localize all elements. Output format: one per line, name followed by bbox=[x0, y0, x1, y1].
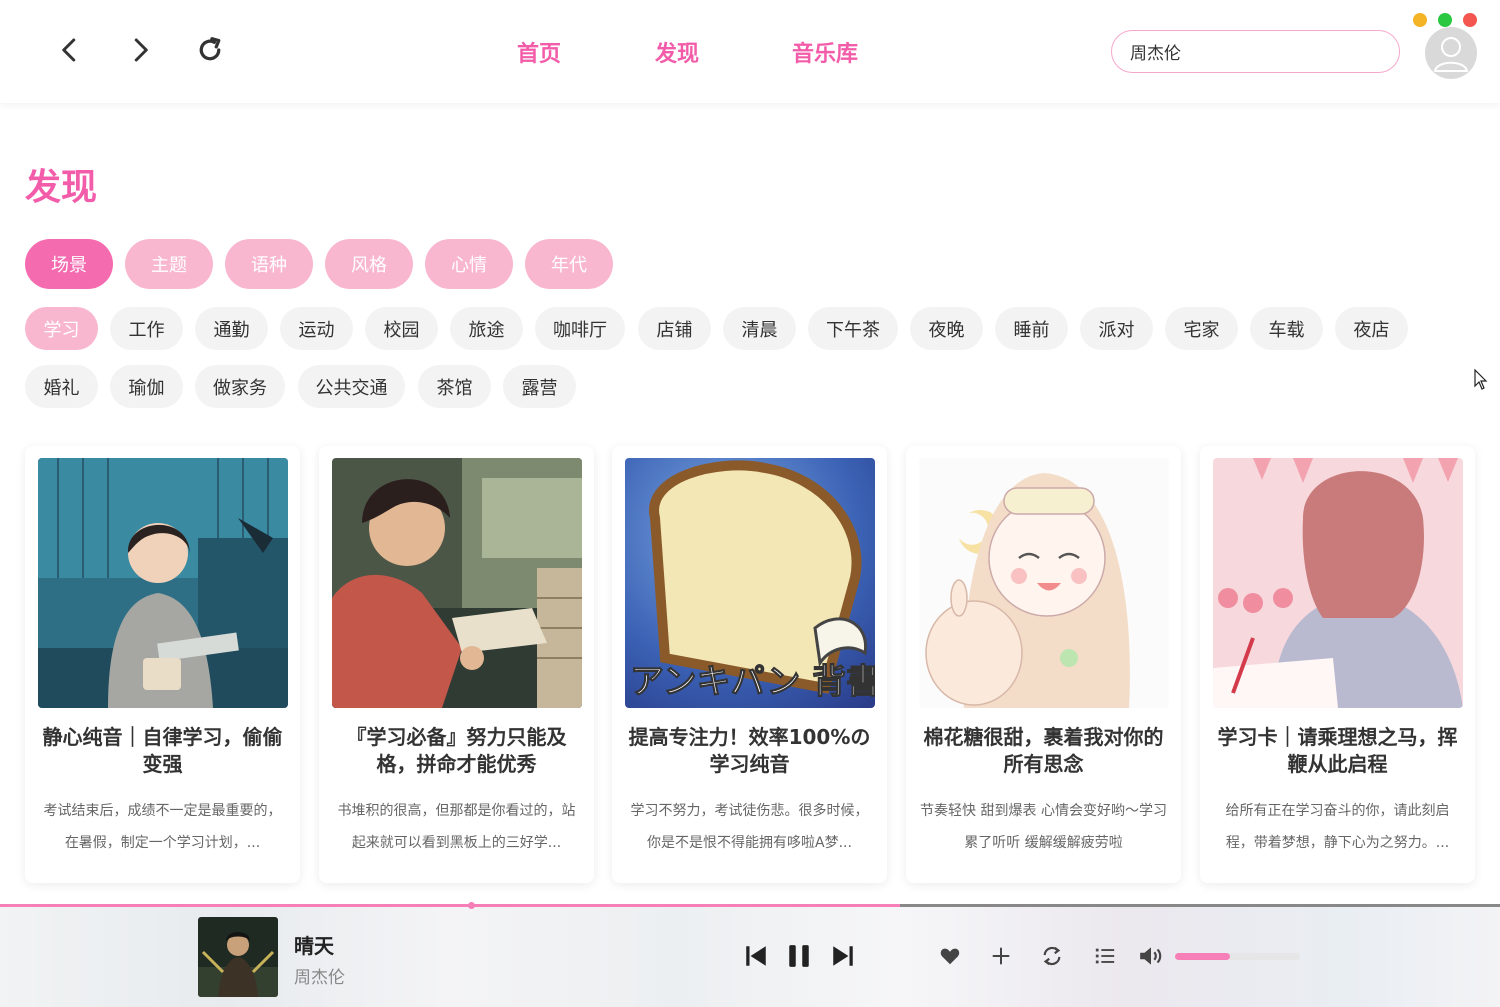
category-language[interactable]: 语种 bbox=[225, 239, 313, 289]
add-to-playlist-button[interactable] bbox=[988, 943, 1014, 969]
page-title: 发现 bbox=[25, 167, 98, 208]
window-controls bbox=[1413, 13, 1477, 27]
tag-cafe[interactable]: 咖啡厅 bbox=[535, 307, 625, 350]
playlist-title: 静心纯音｜自律学习，偷偷变强 bbox=[42, 725, 283, 776]
heart-icon bbox=[940, 948, 960, 965]
volume-icon bbox=[1140, 947, 1162, 965]
tag-morning[interactable]: 清晨 bbox=[723, 307, 796, 350]
next-icon bbox=[833, 946, 853, 966]
playlist-card[interactable]: 静心纯音｜自律学习，偷偷变强 考试结束后，成绩不一定是最重要的，在暑假，制定一个… bbox=[25, 446, 300, 883]
next-button[interactable] bbox=[827, 940, 859, 972]
album-art bbox=[198, 917, 278, 997]
progress-fill bbox=[0, 904, 900, 907]
close-dot[interactable] bbox=[1463, 13, 1477, 27]
tag-night[interactable]: 夜晚 bbox=[910, 307, 983, 350]
tag-study[interactable]: 学习 bbox=[25, 307, 98, 350]
tag-nightclub[interactable]: 夜店 bbox=[1335, 307, 1408, 350]
playlist-desc: 给所有正在学习奋斗的你，请此刻启程，带着梦想，静下心为之努力。... bbox=[1225, 803, 1450, 851]
category-theme[interactable]: 主题 bbox=[125, 239, 213, 289]
tag-campus[interactable]: 校园 bbox=[365, 307, 438, 350]
repeat-icon bbox=[1043, 946, 1061, 966]
playlist-desc: 节奏轻快 甜到爆表 心情会变好哟～学习累了听听 缓解缓解疲劳啦 bbox=[920, 803, 1167, 851]
tag-home[interactable]: 宅家 bbox=[1165, 307, 1238, 350]
prev-button[interactable] bbox=[740, 940, 772, 972]
tag-afternoon-tea[interactable]: 下午茶 bbox=[808, 307, 898, 350]
repeat-button[interactable] bbox=[1039, 943, 1065, 969]
playlist-title: 提高专注力！效率100%の学习纯音 bbox=[628, 725, 871, 776]
volume-button[interactable] bbox=[1136, 941, 1166, 971]
song-cover[interactable] bbox=[198, 917, 278, 997]
playlist-card[interactable]: 棉花糖很甜，裹着我对你的所有思念 节奏轻快 甜到爆表 心情会变好哟～学习累了听听… bbox=[906, 446, 1181, 883]
tab-discover[interactable]: 发现 bbox=[655, 36, 699, 68]
tag-wedding[interactable]: 婚礼 bbox=[25, 365, 98, 408]
top-bar: 首页 发现 音乐库 bbox=[0, 0, 1500, 103]
tab-library[interactable]: 音乐库 bbox=[792, 36, 858, 68]
tag-sports[interactable]: 运动 bbox=[280, 307, 353, 350]
tag-shop[interactable]: 店铺 bbox=[638, 307, 711, 350]
cover-overlay-text: アンキパン 背書吐司 bbox=[630, 662, 875, 702]
category-style[interactable]: 风格 bbox=[325, 239, 413, 289]
playlist-card[interactable]: 『学习必备』努力只能及格，拼命才能优秀 书堆积的很高，但那都是你看过的，站起来就… bbox=[319, 446, 594, 883]
tag-driving[interactable]: 车载 bbox=[1250, 307, 1323, 350]
tag-teahouse[interactable]: 茶馆 bbox=[418, 365, 491, 408]
smiling-girl-cover-art bbox=[919, 458, 1169, 708]
tag-party[interactable]: 派对 bbox=[1080, 307, 1153, 350]
tag-work[interactable]: 工作 bbox=[110, 307, 183, 350]
playlist-cover bbox=[919, 458, 1169, 708]
category-mood[interactable]: 心情 bbox=[425, 239, 513, 289]
memory-bread-cover-art: アンキパン 背書吐司 bbox=[625, 458, 875, 708]
category-scene[interactable]: 场景 bbox=[25, 239, 113, 289]
boy-writing-cover-art bbox=[332, 458, 582, 708]
like-button[interactable] bbox=[937, 943, 963, 969]
category-era[interactable]: 年代 bbox=[525, 239, 613, 289]
playlist-desc: 学习不努力，考试徒伤悲。很多时候，你是不是恨不得能拥有哆啦A梦... bbox=[630, 803, 869, 851]
playlist-desc: 考试结束后，成绩不一定是最重要的，在暑假，制定一个学习计划，... bbox=[43, 803, 282, 851]
playlist-cover bbox=[1213, 458, 1463, 708]
progress-handle[interactable] bbox=[468, 902, 475, 909]
tag-housework[interactable]: 做家务 bbox=[195, 365, 285, 408]
maximize-dot[interactable] bbox=[1438, 13, 1452, 27]
avatar[interactable] bbox=[1425, 27, 1477, 79]
plus-icon bbox=[992, 947, 1010, 965]
mouse-cursor-icon bbox=[1474, 369, 1488, 390]
tag-journey[interactable]: 旅途 bbox=[450, 307, 523, 350]
song-artist[interactable]: 周杰伦 bbox=[294, 963, 345, 988]
pink-girl-cover-art bbox=[1213, 458, 1463, 708]
tag-public-transport[interactable]: 公共交通 bbox=[298, 365, 405, 408]
user-icon bbox=[1433, 37, 1469, 72]
tag-yoga[interactable]: 瑜伽 bbox=[110, 365, 183, 408]
playlist-title: 学习卡｜请乘理想之马，挥鞭从此启程 bbox=[1217, 725, 1458, 776]
volume-level bbox=[1175, 953, 1230, 960]
playlist-cover bbox=[332, 458, 582, 708]
pause-icon bbox=[789, 945, 809, 967]
app-window: 首页 发现 音乐库 发现 场景 主题 语种 风格 心情 年代 学习 工作 通勤 bbox=[0, 0, 1500, 1007]
playlist-title: 棉花糖很甜，裹着我对你的所有思念 bbox=[923, 725, 1164, 776]
minimize-dot[interactable] bbox=[1413, 13, 1427, 27]
queue-button[interactable] bbox=[1092, 943, 1118, 969]
tab-home[interactable]: 首页 bbox=[517, 36, 561, 68]
playlist-card[interactable]: アンキパン 背書吐司 提高专注力！效率100%の学习纯音 学习不努力，考试徒伤悲… bbox=[612, 446, 887, 883]
search-input[interactable] bbox=[1111, 30, 1400, 73]
pause-button[interactable] bbox=[783, 940, 815, 972]
prev-icon bbox=[746, 946, 766, 966]
tag-commute[interactable]: 通勤 bbox=[195, 307, 268, 350]
playlist-icon bbox=[1095, 948, 1115, 964]
playlist-cover: アンキパン 背書吐司 bbox=[625, 458, 875, 708]
playlist-desc: 书堆积的很高，但那都是你看过的，站起来就可以看到黑板上的三好学... bbox=[337, 803, 576, 851]
girl-studying-cover-art bbox=[38, 458, 288, 708]
tag-bedtime[interactable]: 睡前 bbox=[995, 307, 1068, 350]
song-title: 晴天 bbox=[294, 934, 334, 958]
playlist-cover bbox=[38, 458, 288, 708]
playlist-title: 『学习必备』努力只能及格，拼命才能优秀 bbox=[346, 725, 567, 776]
playlist-card[interactable]: 学习卡｜请乘理想之马，挥鞭从此启程 给所有正在学习奋斗的你，请此刻启程，带着梦想… bbox=[1200, 446, 1475, 883]
tag-camping[interactable]: 露营 bbox=[503, 365, 576, 408]
